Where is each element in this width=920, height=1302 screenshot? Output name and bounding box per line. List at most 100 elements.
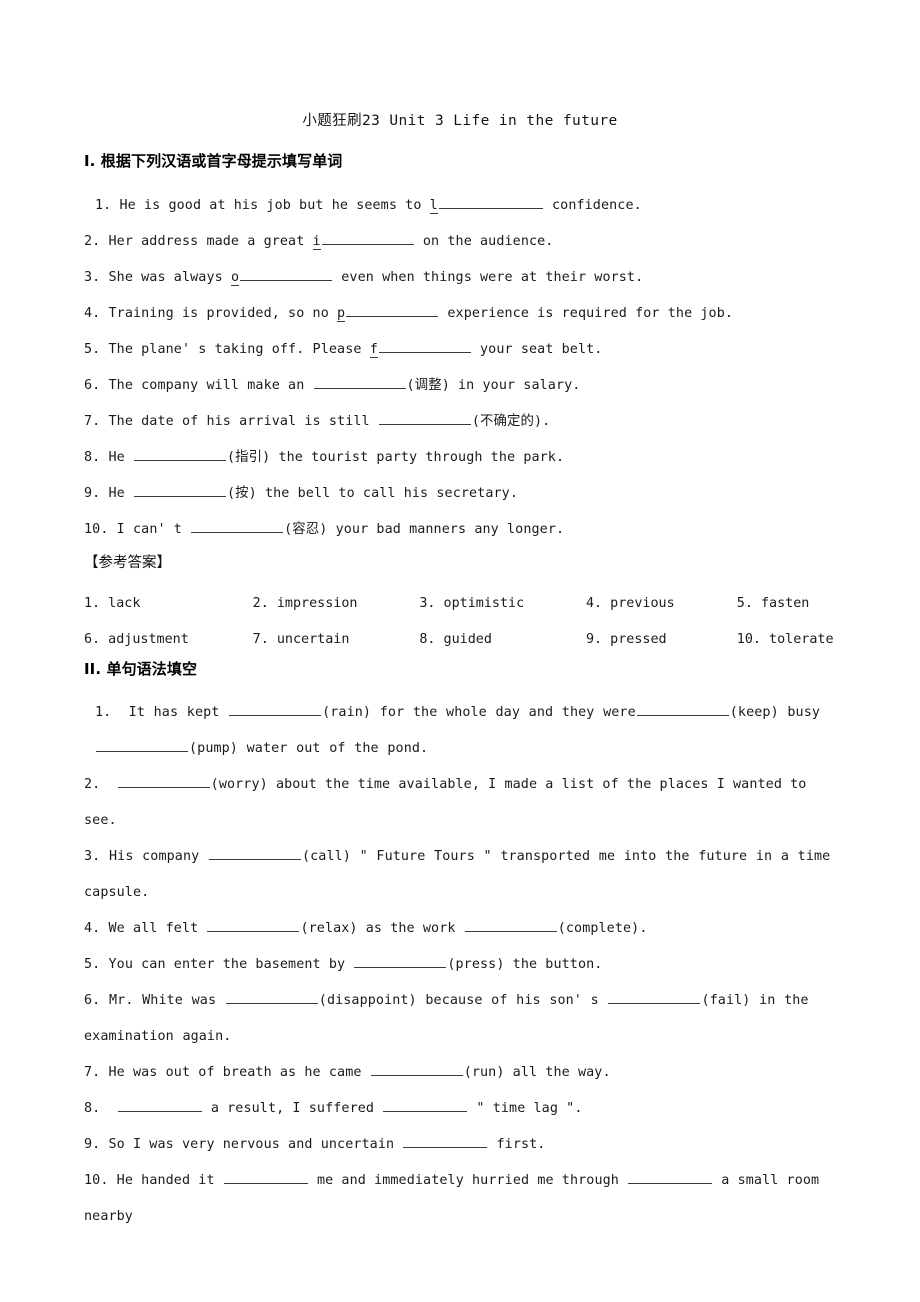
- fill-blank[interactable]: [378, 340, 471, 353]
- item-text: (rain) for the whole day and they were: [322, 705, 636, 720]
- page-title: 小题狂刷23 Unit 3 Life in the future: [302, 113, 618, 129]
- item-text: He was out of breath as he came: [108, 1065, 370, 1080]
- question-item: 6. The company will make an (调整) in your…: [84, 368, 836, 404]
- item-number: 4.: [84, 921, 101, 936]
- item-text: You can enter the basement by: [108, 957, 354, 972]
- fill-blank[interactable]: [223, 1171, 308, 1184]
- item-text-continuation: capsule.: [84, 885, 150, 900]
- item-number: 2.: [84, 234, 101, 249]
- scan-artifact: ·: [82, 1218, 84, 1224]
- fill-blank[interactable]: [370, 1063, 463, 1076]
- answer-key-heading: 【参考答案】: [84, 555, 171, 571]
- answer-cell: 4. previous: [586, 596, 675, 611]
- item-text: (keep) busy: [729, 705, 821, 720]
- item-text-after: even when things were at their worst.: [333, 270, 644, 285]
- answer-cell: 8. guided: [419, 632, 492, 647]
- question-item: 6. Mr. White was (disappoint) because of…: [84, 983, 836, 1055]
- item-number: 5.: [84, 957, 101, 972]
- question-item: 5. The plane' s taking off. Please f you…: [84, 332, 836, 368]
- fill-blank[interactable]: [403, 1135, 488, 1148]
- item-number: 7.: [84, 1065, 101, 1080]
- fill-blank[interactable]: [628, 1171, 713, 1184]
- question-item: 3. She was always o even when things wer…: [84, 260, 836, 296]
- item-text: " time lag ".: [468, 1101, 583, 1116]
- answer-cell: 6. adjustment: [84, 632, 189, 647]
- item-text: me and immediately hurried me through: [308, 1173, 628, 1188]
- fill-blank[interactable]: [207, 919, 300, 932]
- answer-key-row: 6. adjustment 7. uncertain 8. guided 9. …: [84, 622, 836, 658]
- section-one-heading: I. 根据下列汉语或首字母提示填写单词: [84, 152, 343, 170]
- item-text-before: I can' t: [116, 522, 191, 537]
- fill-blank[interactable]: [240, 268, 333, 281]
- fill-blank[interactable]: [208, 847, 301, 860]
- hint-letter: l: [429, 198, 438, 214]
- item-text-before: Her address made a great: [108, 234, 313, 249]
- item-number: 8.: [84, 450, 101, 465]
- item-text: (run) all the way.: [463, 1065, 611, 1080]
- fill-blank[interactable]: [636, 703, 729, 716]
- answer-cell: 2. impression: [252, 596, 358, 611]
- item-text-after: confidence.: [543, 198, 642, 213]
- item-text-after: (不确定的).: [471, 414, 551, 429]
- item-text-after: (调整) in your salary.: [406, 378, 581, 393]
- fill-blank[interactable]: [321, 232, 414, 245]
- fill-blank[interactable]: [117, 775, 210, 788]
- item-text: We all felt: [108, 921, 207, 936]
- item-text: (fail) in the: [701, 993, 809, 1008]
- hint-letter: i: [312, 234, 321, 250]
- item-text-after: your seat belt.: [471, 342, 603, 357]
- fill-blank[interactable]: [134, 448, 226, 461]
- question-item: 5. You can enter the basement by (press)…: [84, 947, 836, 983]
- item-text-before: Training is provided, so no: [108, 306, 338, 321]
- item-text: (call) " Future Tours " transported me i…: [301, 849, 831, 864]
- fill-blank[interactable]: [313, 376, 406, 389]
- question-item: 2. (worry) about the time available, I m…: [84, 767, 836, 839]
- fill-blank[interactable]: [134, 484, 226, 497]
- fill-blank[interactable]: [229, 703, 322, 716]
- answer-cell: 10. tolerate: [736, 632, 834, 647]
- item-text-before: She was always: [108, 270, 231, 285]
- answer-cell: 5. fasten: [736, 596, 810, 611]
- item-text: first.: [488, 1137, 546, 1152]
- item-text-after: (容忍) your bad manners any longer.: [284, 522, 565, 537]
- item-text-after: on the audience.: [414, 234, 554, 249]
- item-text: His company: [109, 849, 208, 864]
- item-number: 6.: [84, 993, 101, 1008]
- item-number: 6.: [84, 378, 101, 393]
- item-number: 7.: [84, 414, 101, 429]
- item-text: (relax) as the work: [300, 921, 464, 936]
- item-number: 1.: [95, 705, 112, 720]
- fill-blank[interactable]: [438, 196, 543, 209]
- document-content: 小题狂刷23 Unit 3 Life in the future I. 根据下列…: [84, 110, 836, 1235]
- document-page: 小题狂刷23 Unit 3 Life in the future I. 根据下列…: [0, 0, 920, 1302]
- fill-blank[interactable]: [354, 955, 447, 968]
- item-number: 10.: [84, 522, 109, 537]
- question-item: 7. He was out of breath as he came (run)…: [84, 1055, 836, 1091]
- item-text-before: He is good at his job but he seems to: [119, 198, 430, 213]
- item-text: (complete).: [557, 921, 648, 936]
- fill-blank[interactable]: [346, 304, 439, 317]
- answer-cell: 3. optimistic: [419, 596, 525, 611]
- item-number: 9.: [84, 1137, 101, 1152]
- fill-blank[interactable]: [378, 412, 471, 425]
- fill-blank[interactable]: [96, 739, 188, 752]
- item-text-before: The plane' s taking off. Please: [108, 342, 370, 357]
- item-number: 3.: [84, 849, 101, 864]
- item-text-before: The company will make an: [108, 378, 313, 393]
- question-item: 10. He handed it me and immediately hurr…: [84, 1163, 836, 1235]
- fill-blank[interactable]: [608, 991, 701, 1004]
- item-text: (press) the button.: [447, 957, 603, 972]
- item-text-after: (按) the bell to call his secretary.: [227, 486, 518, 501]
- section-two-heading: II. 单句语法填空: [84, 660, 198, 678]
- answer-key-row: 1. lack 2. impression 3. optimistic 4. p…: [84, 586, 836, 622]
- fill-blank[interactable]: [464, 919, 557, 932]
- question-item: 4. We all felt (relax) as the work (comp…: [84, 911, 836, 947]
- item-number: 3.: [84, 270, 101, 285]
- fill-blank[interactable]: [117, 1099, 202, 1112]
- item-text: Mr. White was: [109, 993, 225, 1008]
- item-text: He handed it: [116, 1173, 223, 1188]
- fill-blank[interactable]: [383, 1099, 468, 1112]
- fill-blank[interactable]: [225, 991, 318, 1004]
- question-item: 1. He is good at his job but he seems to…: [84, 188, 836, 224]
- fill-blank[interactable]: [191, 520, 284, 533]
